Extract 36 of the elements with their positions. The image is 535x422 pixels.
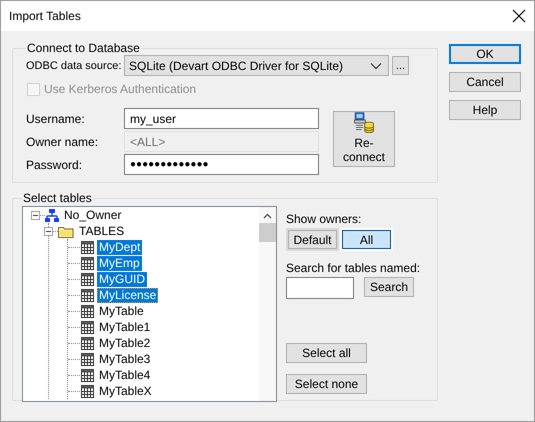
- tree-item[interactable]: No_Owner: [62, 208, 124, 222]
- dialog-button[interactable]: Help: [449, 100, 521, 120]
- reconnect-button[interactable]: Re-connect: [333, 111, 395, 167]
- browse-button[interactable]: ...: [392, 56, 409, 75]
- tree-item[interactable]: MyTable2: [97, 336, 152, 350]
- select-none-button[interactable]: Select none: [286, 374, 367, 394]
- input-field: <ALL>: [124, 131, 319, 152]
- field-label: Password:: [26, 158, 84, 172]
- select-all-button[interactable]: Select all: [286, 343, 367, 363]
- tree-item[interactable]: TABLES: [77, 224, 126, 238]
- group-title: Connect to Database: [26, 41, 141, 55]
- checkbox-label: Use Kerberos Authentication: [44, 82, 196, 96]
- dialog-button[interactable]: Cancel: [449, 72, 521, 92]
- tree-item[interactable]: MyTable3: [97, 352, 152, 366]
- toggle-button[interactable]: Default: [288, 230, 337, 249]
- field-label: Show owners:: [286, 212, 362, 226]
- field-label: Owner name:: [26, 134, 100, 148]
- tree-item[interactable]: MyDept: [97, 240, 142, 254]
- tree-item[interactable]: MyGUID: [97, 272, 147, 286]
- dialog-button[interactable]: OK: [449, 44, 521, 64]
- password-field[interactable]: ●●●●●●●●●●●●●: [124, 154, 319, 175]
- tree-item[interactable]: MyTable: [97, 304, 146, 318]
- input-field[interactable]: my_user: [124, 108, 319, 129]
- toggle-button[interactable]: All: [342, 230, 391, 249]
- tree-item[interactable]: MyTableX: [97, 384, 154, 398]
- field-label: ODBC data source:: [26, 60, 122, 72]
- data-source-dropdown[interactable]: SQLite (Devart ODBC Driver for SQLite): [124, 55, 389, 76]
- field-label: Search for tables named:: [286, 261, 420, 275]
- tree-item[interactable]: MyTable1: [97, 320, 152, 334]
- group-title: Select tables: [22, 191, 93, 205]
- window-title: Import Tables: [9, 9, 81, 23]
- field-label: Username:: [26, 112, 86, 126]
- tree-item[interactable]: MyEmp: [97, 256, 142, 270]
- tree-item[interactable]: MyTable4: [97, 368, 152, 382]
- tree-item[interactable]: MyLicense: [97, 288, 158, 302]
- search-button[interactable]: Search: [364, 277, 414, 297]
